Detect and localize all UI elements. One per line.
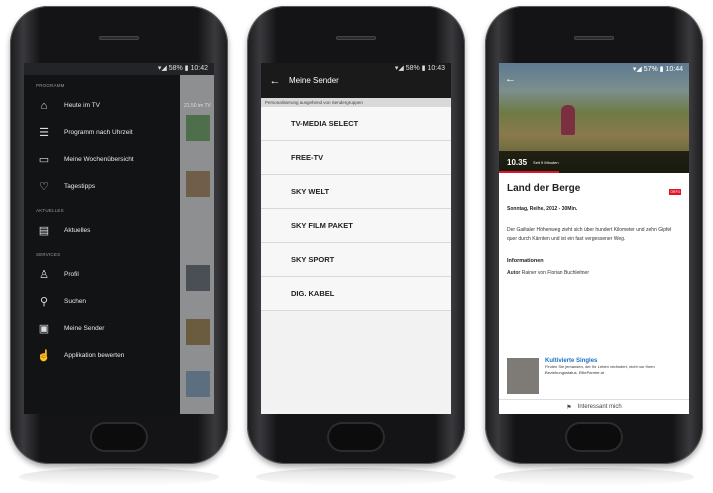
info-heading: Informationen	[507, 258, 544, 264]
phone-reflection	[494, 468, 694, 486]
channel-item[interactable]: FREE-TV	[261, 141, 451, 175]
nav-item-label: Applikation bewerten	[64, 352, 125, 359]
nav-item-label: Programm nach Uhrzeit	[64, 129, 133, 136]
nav-item-label: Meine Wochenübersicht	[64, 156, 134, 163]
channel-item[interactable]: DIG. KABEL	[261, 277, 451, 311]
phone-reflection	[19, 468, 219, 486]
home-icon: ⌂	[40, 99, 48, 112]
subheader: Personalisierung ausgehend von Sendergru…	[261, 98, 451, 107]
home-button	[565, 422, 623, 452]
screen-program-detail: ▾◢ 57% ▮ 10:44 ← 10.35 Seit 9 Minuten OR…	[499, 63, 689, 414]
nav-item[interactable]: ▣ Meine Sender	[24, 315, 180, 342]
heart-icon: ♡	[39, 181, 49, 193]
nav-item[interactable]: ☰ Programm nach Uhrzeit	[24, 119, 180, 146]
channel-list: TV-MEDIA SELECT FREE-TV SKY WELT SKY FILM P…	[261, 107, 451, 311]
navigation-drawer: PROGRAMM ⌂ Heute im TV ☰ Programm nach Uhrze…	[24, 75, 180, 414]
speaker	[336, 36, 376, 40]
nav-item[interactable]: ☝ Applikation bewerten	[24, 342, 180, 369]
section-label: SERVICES	[36, 252, 61, 257]
phone-1: ▾◢ 58% ▮ 10:42 21.50 im TV PROGRAMM ⌂ Heut…	[10, 6, 228, 464]
person-icon: ♙	[39, 269, 49, 281]
nav-item-label: Meine Sender	[64, 325, 105, 332]
nav-item[interactable]: ▭ Meine Wochenübersicht	[24, 146, 180, 173]
thumbnail	[186, 265, 210, 291]
nav-item-label: Suchen	[64, 298, 87, 305]
nav-item-label: Profil	[64, 271, 79, 278]
program-title: Land der Berge	[507, 183, 581, 194]
channel-item[interactable]: TV-MEDIA SELECT	[261, 107, 451, 141]
author-label: Autor	[507, 270, 521, 276]
program-meta: Sonntag, Reihe, 2012 - 30Min.	[507, 206, 578, 212]
channels-icon: ▣	[38, 323, 50, 335]
screen-navigation-drawer: ▾◢ 58% ▮ 10:42 21.50 im TV PROGRAMM ⌂ Heut…	[24, 63, 214, 414]
app-bar: ← Meine Sender ▾◢ 58% ▮ 10:43	[261, 63, 451, 98]
channel-item[interactable]: SKY WELT	[261, 175, 451, 209]
progress-line	[499, 171, 559, 173]
news-icon: ▤	[38, 225, 50, 237]
nav-item-label: Heute im TV	[64, 102, 101, 109]
section-label: AKTUELLES	[36, 208, 64, 213]
ad-description: Finden Sie jemanden, der Ihr Leben verän…	[545, 364, 655, 375]
phone-reflection	[256, 468, 456, 486]
channel-item[interactable]: SKY FILM PAKET	[261, 209, 451, 243]
status-bar: ▾◢ 57% ▮ 10:44	[632, 66, 683, 73]
speaker	[574, 36, 614, 40]
detail-content: Land der Berge Sonntag, Reihe, 2012 - 30…	[499, 173, 689, 286]
phone-2: ← Meine Sender ▾◢ 58% ▮ 10:43 Personalis…	[247, 6, 465, 464]
nav-item[interactable]: ⚲ Suchen	[24, 288, 180, 315]
status-bar: ▾◢ 58% ▮ 10:43	[394, 65, 445, 72]
nav-item[interactable]: ⌂ Heute im TV	[24, 92, 180, 119]
thumbnail	[186, 115, 210, 141]
since-label: Seit 9 Minuten	[533, 159, 559, 165]
back-arrow-icon[interactable]: ←	[261, 75, 289, 87]
background-content: 21.50 im TV	[180, 75, 214, 414]
section-label: PROGRAMM	[36, 83, 65, 88]
start-time: 10.35	[507, 157, 528, 167]
phone-3: ▾◢ 57% ▮ 10:44 ← 10.35 Seit 9 Minuten OR…	[485, 6, 703, 464]
ad-card[interactable]: Kultivierte Singles Finden Sie jemanden,…	[507, 358, 681, 396]
program-description: Der Gailtaler Höhenweg zieht sich über h…	[507, 227, 672, 242]
speaker	[99, 36, 139, 40]
channel-item[interactable]: SKY SPORT	[261, 243, 451, 277]
hiker-figure	[561, 105, 575, 135]
screen-meine-sender: ← Meine Sender ▾◢ 58% ▮ 10:43 Personalis…	[261, 63, 451, 414]
channel-badge: ORF3	[669, 189, 681, 195]
back-arrow-icon[interactable]: ←	[505, 73, 516, 85]
nav-item-label: Tagestipps	[64, 183, 96, 190]
author-value: Rainer von Florian Buchleitner	[521, 270, 589, 276]
interest-button[interactable]: Interessant mich	[578, 404, 622, 410]
bookmark-icon[interactable]: ⚑	[566, 404, 571, 411]
thumbnail	[186, 171, 210, 197]
ad-image	[507, 358, 540, 394]
tv-icon: ▭	[38, 154, 50, 166]
author-line: Autor Rainer von Florian Buchleitner	[507, 270, 681, 276]
home-button	[90, 422, 148, 452]
thumb-up-icon: ☝	[37, 350, 51, 362]
behind-text: 21.50 im TV	[184, 103, 211, 109]
home-button	[327, 422, 385, 452]
nav-item[interactable]: ♡ Tagestipps	[24, 173, 180, 200]
thumbnail	[186, 371, 210, 397]
status-bar: ▾◢ 58% ▮ 10:42	[157, 65, 208, 72]
time-bar: 10.35 Seit 9 Minuten	[499, 151, 689, 173]
search-icon: ⚲	[39, 296, 49, 308]
hero-image: ▾◢ 57% ▮ 10:44 ← 10.35 Seit 9 Minuten	[499, 63, 689, 173]
thumbnail	[186, 319, 210, 345]
nav-item[interactable]: ▤ Aktuelles	[24, 217, 180, 244]
page-title: Meine Sender	[289, 76, 339, 85]
list-icon: ☰	[39, 127, 49, 139]
bottom-bar: ⚑ Interessant mich	[499, 399, 689, 414]
nav-item[interactable]: ♙ Profil	[24, 261, 180, 288]
nav-item-label: Aktuelles	[64, 227, 91, 234]
